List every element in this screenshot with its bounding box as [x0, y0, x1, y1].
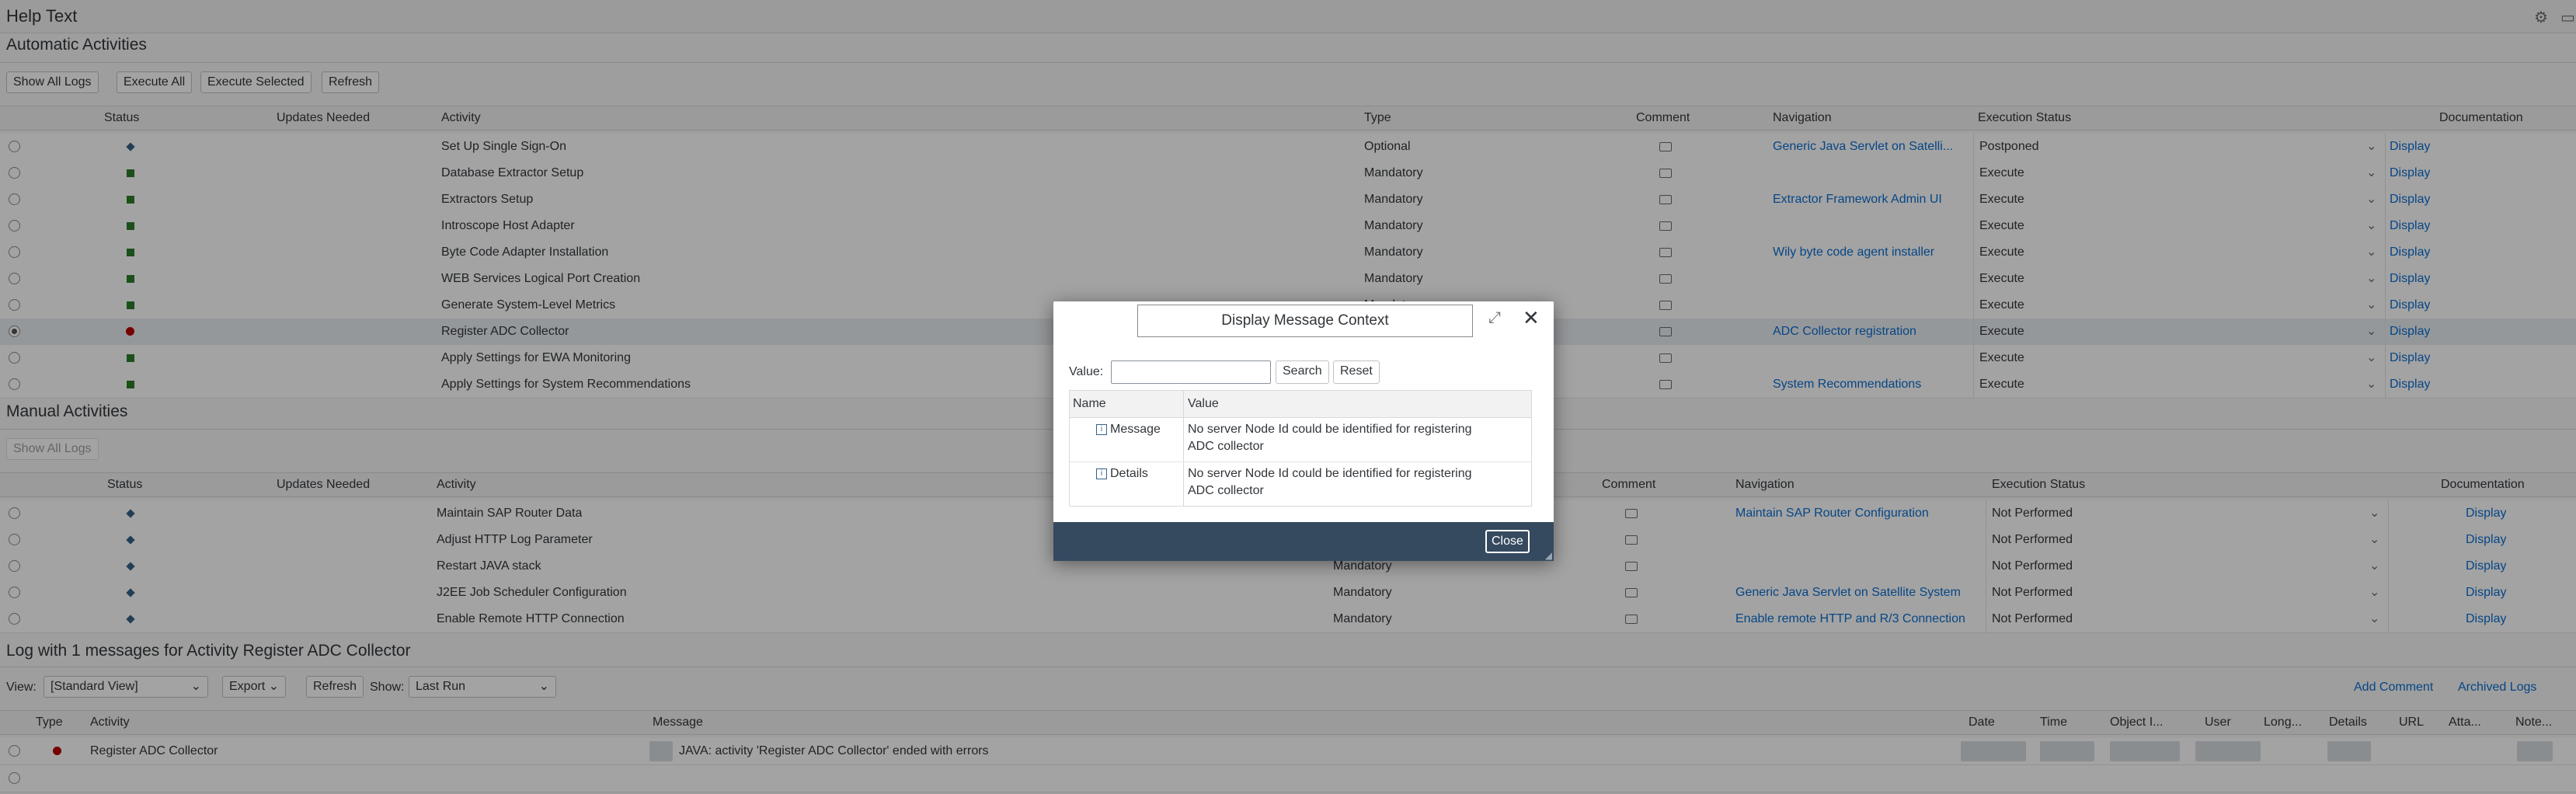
context-row[interactable]: i Details No server Node Id could be ide…: [1070, 462, 1531, 506]
context-row[interactable]: i Message No server Node Id could be ide…: [1070, 418, 1531, 462]
info-icon: i: [1096, 424, 1107, 435]
value-label: Value:: [1069, 365, 1104, 378]
context-table-header: Name Value: [1070, 391, 1531, 418]
info-icon: i: [1096, 468, 1107, 479]
context-value-line2: ADC collector: [1188, 484, 1264, 497]
display-message-context-dialog: Display Message Context ⤢ ✕ Value: Searc…: [1053, 301, 1554, 561]
context-value-line2: ADC collector: [1188, 440, 1264, 453]
col-name: Name: [1073, 397, 1106, 410]
context-value-line1: No server Node Id could be identified fo…: [1188, 467, 1472, 480]
fullscreen-icon[interactable]: ⤢: [1488, 309, 1501, 327]
close-icon[interactable]: ✕: [1523, 306, 1540, 330]
close-button[interactable]: Close: [1485, 530, 1530, 553]
dialog-title: Display Message Context: [1137, 305, 1473, 337]
context-value-line1: No server Node Id could be identified fo…: [1188, 423, 1472, 436]
search-button[interactable]: Search: [1276, 360, 1329, 384]
context-table: Name Value i Message No server Node Id c…: [1069, 390, 1532, 507]
dialog-footer: Close ◢: [1053, 522, 1554, 561]
value-input[interactable]: [1111, 360, 1271, 384]
resize-handle-icon[interactable]: ◢: [1545, 550, 1552, 561]
context-name: Details: [1110, 467, 1148, 480]
col-value: Value: [1188, 397, 1219, 410]
reset-button[interactable]: Reset: [1333, 360, 1380, 384]
context-name: Message: [1110, 423, 1161, 436]
